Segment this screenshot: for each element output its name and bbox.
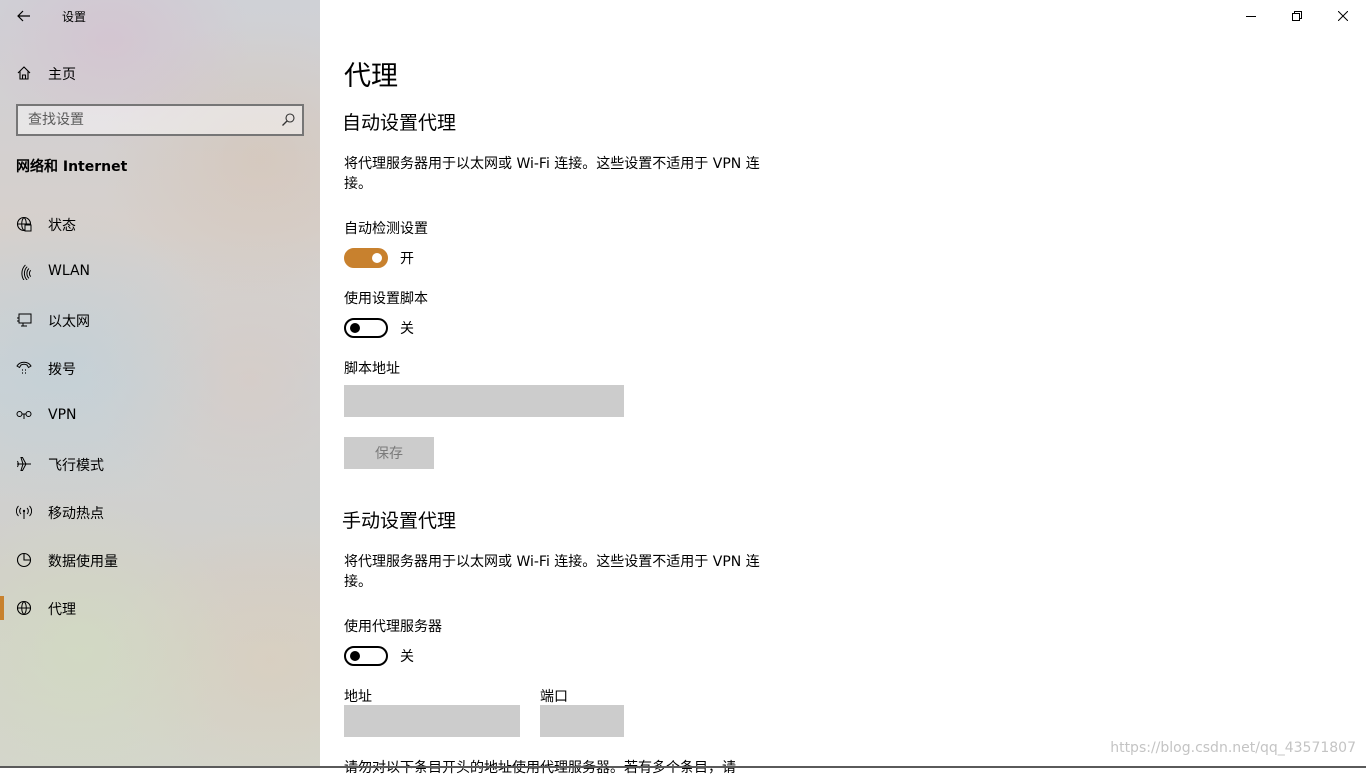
setup-script-toggle[interactable]	[344, 318, 388, 338]
desc-line: 将代理服务器用于以太网或 Wi-Fi 连接。这些设置不适用于 VPN 连	[344, 156, 760, 172]
minimize-button[interactable]	[1228, 0, 1274, 32]
sidebar-item-label: 以太网	[48, 314, 90, 330]
use-proxy-row: 关	[344, 646, 414, 666]
sidebar-item-label: 移动热点	[48, 506, 104, 522]
setup-script-state: 关	[400, 321, 414, 337]
auto-detect-row: 开	[344, 248, 414, 268]
sidebar-item-label: 拨号	[48, 362, 76, 378]
dialup-icon	[16, 361, 32, 374]
save-button[interactable]: 保存	[344, 437, 434, 469]
ethernet-icon	[17, 313, 32, 327]
main-panel: 代理 自动设置代理 将代理服务器用于以太网或 Wi-Fi 连接。这些设置不适用于…	[320, 0, 1366, 776]
active-indicator	[0, 596, 4, 620]
close-button[interactable]	[1320, 0, 1366, 32]
sidebar-item-status[interactable]: 状态	[0, 200, 320, 248]
toggle-knob	[350, 323, 360, 333]
sidebar-item-vpn[interactable]: VPN	[0, 392, 320, 440]
app-title: 设置	[62, 10, 87, 24]
sidebar-item-label: 数据使用量	[48, 554, 118, 570]
desc-line: 接。	[344, 574, 372, 590]
sidebar-item-data-usage[interactable]: 数据使用量	[0, 536, 320, 584]
titlebar-left: 设置	[0, 0, 320, 32]
manual-proxy-heading: 手动设置代理	[342, 510, 457, 532]
proxy-address-input[interactable]	[344, 705, 520, 737]
auto-proxy-description: 将代理服务器用于以太网或 Wi-Fi 连接。这些设置不适用于 VPN 连 接。	[344, 154, 794, 194]
manual-proxy-description: 将代理服务器用于以太网或 Wi-Fi 连接。这些设置不适用于 VPN 连 接。	[344, 552, 794, 592]
sidebar-item-label: VPN	[48, 407, 77, 423]
page-title: 代理	[344, 61, 398, 92]
sidebar-item-proxy[interactable]: 代理	[0, 584, 320, 632]
sidebar: 设置 主页 网络和 Internet 状态 WLAN	[0, 0, 320, 768]
globe-icon	[16, 600, 32, 616]
restore-icon	[1292, 11, 1302, 21]
home-nav-item[interactable]: 主页	[0, 56, 320, 90]
toggle-knob	[350, 651, 360, 661]
auto-detect-state: 开	[400, 251, 414, 267]
proxy-port-label: 端口	[540, 689, 568, 705]
section-title: 网络和 Internet	[16, 159, 128, 175]
desc-line: 接。	[344, 176, 372, 192]
script-address-label: 脚本地址	[344, 361, 400, 377]
home-icon	[17, 66, 31, 80]
use-proxy-toggle[interactable]	[344, 646, 388, 666]
vpn-icon	[16, 411, 32, 419]
wifi-icon	[21, 264, 32, 280]
sidebar-item-label: WLAN	[48, 263, 91, 279]
search-box[interactable]	[16, 104, 304, 136]
auto-detect-toggle[interactable]	[344, 248, 388, 268]
back-arrow-icon	[17, 10, 30, 22]
data-usage-icon	[16, 552, 32, 568]
search-icon[interactable]	[280, 112, 296, 128]
use-proxy-label: 使用代理服务器	[344, 619, 442, 635]
proxy-port-input[interactable]	[540, 705, 624, 737]
sidebar-item-label: 飞行模式	[48, 458, 104, 474]
hotspot-icon	[16, 505, 32, 519]
sidebar-nav: 状态 WLAN 以太网 拨号 VPN 飞行模式 移动热点 数据使用量 代理	[0, 200, 320, 632]
airplane-icon	[17, 457, 31, 471]
toggle-knob	[372, 253, 382, 263]
use-proxy-state: 关	[400, 649, 414, 665]
auto-proxy-heading: 自动设置代理	[342, 112, 457, 134]
close-icon	[1338, 11, 1348, 21]
back-button[interactable]	[10, 4, 38, 28]
globe-status-icon	[16, 216, 32, 232]
minimize-icon	[1246, 16, 1256, 17]
sidebar-item-dialup[interactable]: 拨号	[0, 344, 320, 392]
home-label: 主页	[48, 67, 76, 83]
sidebar-item-airplane[interactable]: 飞行模式	[0, 440, 320, 488]
setup-script-label: 使用设置脚本	[344, 291, 428, 307]
watermark: https://blog.csdn.net/qq_43571807	[1110, 740, 1356, 756]
sidebar-item-label: 状态	[48, 218, 76, 234]
sidebar-item-hotspot[interactable]: 移动热点	[0, 488, 320, 536]
restore-button[interactable]	[1274, 0, 1320, 32]
sidebar-item-ethernet[interactable]: 以太网	[0, 296, 320, 344]
script-address-input[interactable]	[344, 385, 624, 417]
auto-detect-label: 自动检测设置	[344, 221, 428, 237]
setup-script-row: 关	[344, 318, 414, 338]
exceptions-description: 请勿对以下条目开头的地址使用代理服务器。若有多个条目，请	[344, 760, 736, 776]
proxy-address-label: 地址	[344, 689, 372, 705]
sidebar-item-label: 代理	[48, 602, 76, 618]
window-controls	[1228, 0, 1366, 32]
desc-line: 将代理服务器用于以太网或 Wi-Fi 连接。这些设置不适用于 VPN 连	[344, 554, 760, 570]
sidebar-item-wlan[interactable]: WLAN	[0, 248, 320, 296]
search-input[interactable]	[18, 106, 278, 134]
